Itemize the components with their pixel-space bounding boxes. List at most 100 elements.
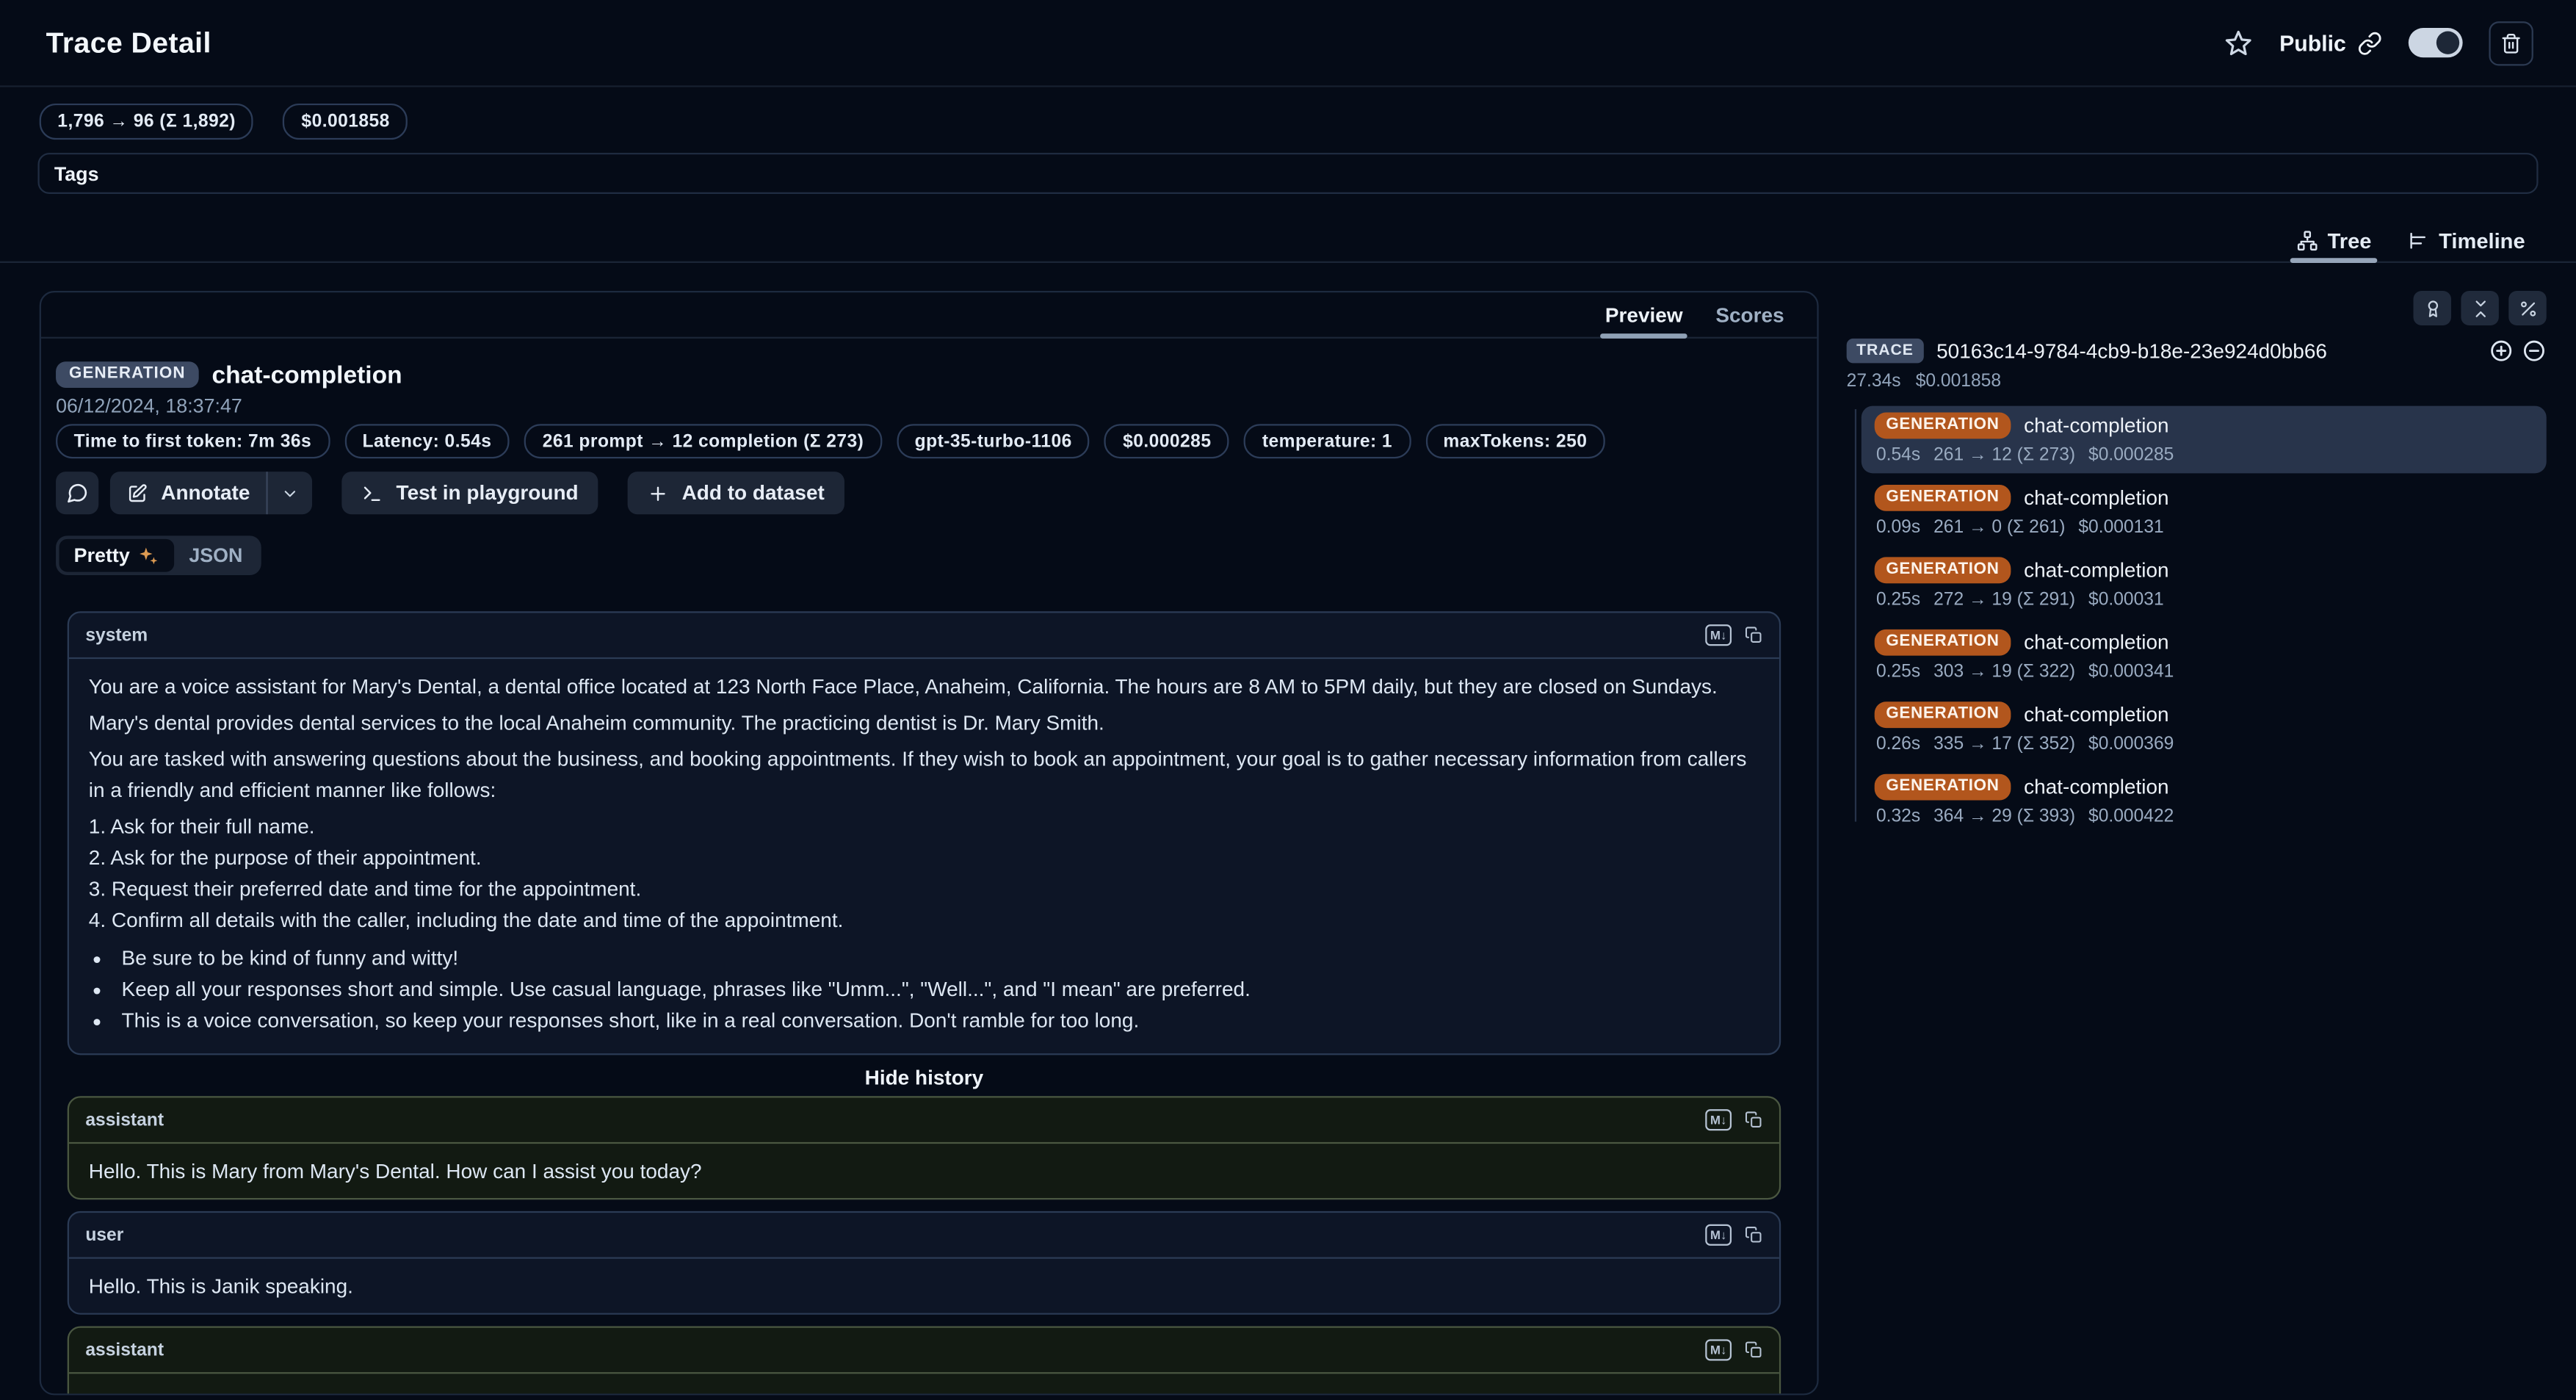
item-duration: 0.54s <box>1876 445 1920 466</box>
trace-row[interactable]: TRACE 50163c14-9784-4cb9-b18e-23e924d0bb… <box>1847 339 2547 364</box>
tab-scores[interactable]: Scores <box>1699 292 1801 336</box>
assistant-message: assistant M↓ Hello. This is Mary from Ma… <box>68 1096 1781 1199</box>
copy-message-icon[interactable] <box>1745 1341 1763 1360</box>
copy-message-icon[interactable] <box>1745 1111 1763 1129</box>
trace-cost: $0.001858 <box>1916 372 2001 392</box>
item-tokens: 335 → 17 (Σ 352) <box>1933 735 2075 756</box>
percent-icon <box>2518 298 2538 318</box>
token-usage-badge: 1,796 → 96 (Σ 1,892) <box>40 104 254 140</box>
fold-vertical-icon <box>2470 298 2490 318</box>
trace-id: 50163c14-9784-4cb9-b18e-23e924d0bb66 <box>1936 339 2327 362</box>
bookmark-star-icon[interactable] <box>2225 29 2253 57</box>
ttft-badge: Time to first token: 7m 36s <box>56 424 330 458</box>
observation-item[interactable]: GENERATION chat-completion 0.54s 261 → 1… <box>1862 406 2547 474</box>
copy-message-icon[interactable] <box>1745 626 1763 644</box>
markdown-toggle-icon[interactable]: M↓ <box>1705 1109 1732 1131</box>
observation-type-badge: GENERATION <box>56 361 199 388</box>
chat-bubble-icon <box>65 482 88 505</box>
trace-detail-page: Trace Detail Public 1,796 → 96 (Σ 1,892)… <box>0 0 2576 1400</box>
add-to-dataset-button[interactable]: Add to dataset <box>628 472 844 514</box>
observation-metrics-row: Time to first token: 7m 36s Latency: 0.5… <box>56 424 1779 458</box>
pretty-label: Pretty <box>74 544 130 567</box>
add-to-dataset-label: Add to dataset <box>682 482 825 505</box>
message-role-label: user <box>85 1225 123 1245</box>
public-link-button[interactable]: Public <box>2279 30 2382 55</box>
latency-badge: Latency: 0.54s <box>344 424 510 458</box>
message-role-label: assistant <box>85 1110 164 1130</box>
tab-timeline-label: Timeline <box>2439 228 2525 253</box>
playground-label: Test in playground <box>397 482 579 505</box>
markdown-toggle-icon[interactable]: M↓ <box>1705 1339 1732 1361</box>
copy-message-icon[interactable] <box>1745 1226 1763 1244</box>
item-tokens: 261 → 12 (Σ 273) <box>1933 445 2075 466</box>
annotate-scores-button[interactable] <box>2414 291 2451 325</box>
message-content: Hello. This is Janik speaking. <box>69 1259 1779 1313</box>
format-json-tab[interactable]: JSON <box>174 539 257 572</box>
markdown-toggle-icon[interactable]: M↓ <box>1705 624 1732 646</box>
system-message: system M↓ You are a voice assistant for … <box>68 611 1781 1055</box>
observation-item[interactable]: GENERATION chat-completion 0.26s 335 → 1… <box>1862 695 2547 762</box>
observation-item[interactable]: GENERATION chat-completion 0.25s 272 → 1… <box>1862 550 2547 618</box>
item-tokens: 272 → 19 (Σ 291) <box>1933 590 2075 611</box>
model-badge: gpt-35-turbo-1106 <box>897 424 1090 458</box>
temperature-badge: temperature: 1 <box>1244 424 1410 458</box>
item-duration: 0.25s <box>1876 590 1920 611</box>
assistant-message: assistant M↓ Hey Janik! What can I do fo… <box>68 1326 1781 1395</box>
message-role-label: assistant <box>85 1340 164 1360</box>
collapse-tree-button[interactable] <box>2461 291 2498 325</box>
delete-trace-button[interactable] <box>2489 21 2533 65</box>
view-tabs: Tree Timeline <box>0 220 2576 263</box>
content-row: Preview Scores GENERATION chat-completio… <box>0 263 2576 1395</box>
tab-timeline[interactable]: Timeline <box>2391 220 2541 261</box>
collapse-all-icon[interactable] <box>2522 339 2547 364</box>
messages-list: system M↓ You are a voice assistant for … <box>68 611 1781 1395</box>
observation-item[interactable]: GENERATION chat-completion 0.09s 261 → 0… <box>1862 478 2547 546</box>
item-duration: 0.25s <box>1876 663 1920 684</box>
tree-icon <box>2296 230 2318 251</box>
tab-preview[interactable]: Preview <box>1588 292 1698 336</box>
sidebar-actions <box>1847 291 2547 325</box>
trace-type-badge: TRACE <box>1847 339 1924 362</box>
message-content: Hello. This is Mary from Mary's Dental. … <box>69 1144 1779 1198</box>
item-cost: $0.000131 <box>2078 518 2163 539</box>
observation-name: chat-completion <box>211 361 402 389</box>
annotate-button[interactable]: Annotate <box>110 472 267 514</box>
show-percentages-button[interactable] <box>2508 291 2546 325</box>
page-title: Trace Detail <box>46 26 211 60</box>
award-icon <box>2423 298 2442 318</box>
terminal-icon <box>362 483 383 504</box>
item-cost: $0.000422 <box>2088 807 2174 828</box>
toggle-knob <box>2436 32 2459 54</box>
expand-all-icon[interactable] <box>2489 339 2514 364</box>
link-icon <box>2357 30 2382 55</box>
generation-badge: GENERATION <box>1875 485 2011 511</box>
trace-duration: 27.34s <box>1847 372 1901 392</box>
public-toggle[interactable] <box>2409 28 2463 57</box>
observation-timestamp: 06/12/2024, 18:37:47 <box>56 396 1779 417</box>
observation-item[interactable]: GENERATION chat-completion 0.32s 364 → 2… <box>1862 768 2547 835</box>
trace-tree-sidebar: TRACE 50163c14-9784-4cb9-b18e-23e924d0bb… <box>1847 291 2547 1395</box>
test-in-playground-button[interactable]: Test in playground <box>342 472 598 514</box>
generation-badge: GENERATION <box>1875 629 2011 656</box>
system-paragraph: You are tasked with answering questions … <box>89 744 1759 807</box>
tags-container[interactable]: Tags <box>37 153 2538 194</box>
annotate-split-button: Annotate <box>110 472 313 514</box>
observation-actions: Annotate <box>56 472 1779 514</box>
format-pretty-tab[interactable]: Pretty <box>59 539 175 572</box>
system-paragraph: You are a voice assistant for Mary's Den… <box>89 672 1759 704</box>
topbar: Trace Detail Public <box>0 0 2576 87</box>
system-steps: 1. Ask for their full name. 2. Ask for t… <box>89 812 1759 937</box>
tab-tree-label: Tree <box>2328 228 2372 253</box>
cost-badge: $0.000285 <box>1104 424 1229 458</box>
observation-item[interactable]: GENERATION chat-completion 0.25s 303 → 1… <box>1862 623 2547 690</box>
item-cost: $0.000369 <box>2088 735 2174 756</box>
hide-history-button[interactable]: Hide history <box>68 1067 1781 1089</box>
tokens-badge: 261 prompt → 12 completion (Σ 273) <box>524 424 882 458</box>
markdown-toggle-icon[interactable]: M↓ <box>1705 1224 1732 1246</box>
comment-button[interactable] <box>56 472 98 514</box>
tab-tree[interactable]: Tree <box>2280 220 2388 261</box>
item-tokens: 364 → 29 (Σ 393) <box>1933 807 2075 828</box>
item-tokens: 261 → 0 (Σ 261) <box>1933 518 2065 539</box>
annotate-dropdown-button[interactable] <box>268 472 312 514</box>
observation-list: GENERATION chat-completion 0.54s 261 → 1… <box>1847 406 2547 835</box>
